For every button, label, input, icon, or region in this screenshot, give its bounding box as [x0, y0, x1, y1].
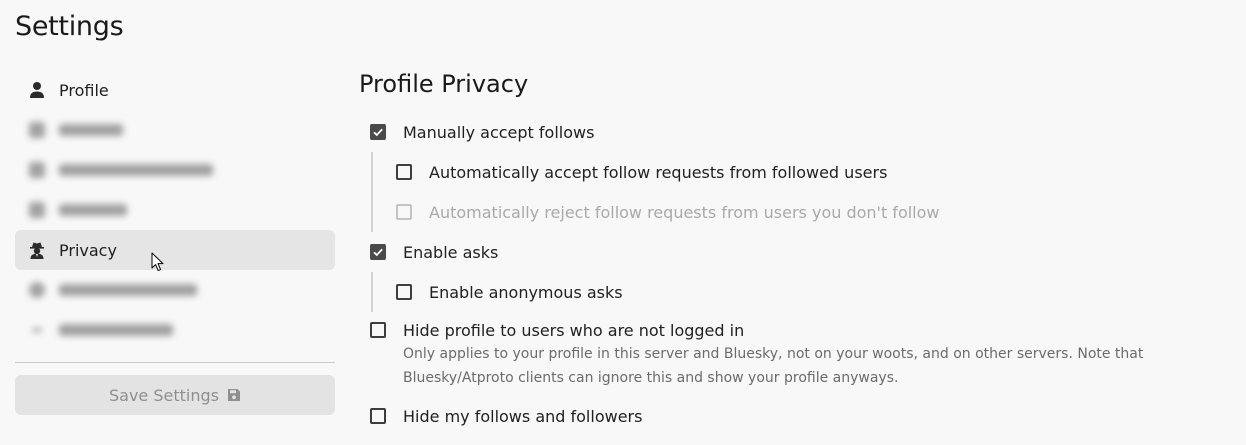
floppy-disk-icon	[227, 388, 241, 402]
auto-accept-checkbox[interactable]	[396, 164, 412, 180]
blurred-label	[59, 324, 173, 336]
description-line: Bluesky/Atproto clients can ignore this …	[403, 370, 899, 386]
sidebar-item-blurred-1[interactable]	[15, 110, 335, 150]
sidebar-item-profile[interactable]: Profile	[15, 70, 335, 110]
blurred-icon	[27, 200, 47, 220]
option-label: Hide my follows and followers	[403, 406, 643, 426]
privacy-panel: Profile Privacy	[359, 68, 1219, 100]
sidebar-item-label: Profile	[59, 80, 109, 100]
manually-accept-follows-checkbox[interactable]	[370, 124, 386, 140]
section-title: Profile Privacy	[359, 70, 529, 98]
option-label: Automatically accept follow requests fro…	[429, 162, 888, 182]
sidebar-item-blurred-5[interactable]	[15, 310, 335, 350]
auto-reject-option: Automatically reject follow requests fro…	[396, 202, 940, 222]
sidebar-divider	[15, 362, 335, 363]
option-label: Automatically reject follow requests fro…	[429, 202, 940, 222]
option-label: Hide profile to users who are not logged…	[403, 320, 745, 340]
checkmark-icon	[373, 128, 383, 137]
hide-follows-option[interactable]: Hide my follows and followers	[370, 406, 642, 426]
blurred-label	[59, 124, 123, 136]
auto-reject-checkbox	[396, 204, 412, 220]
nested-options-line	[371, 272, 373, 312]
sidebar-item-blurred-4[interactable]	[15, 270, 335, 310]
save-settings-button[interactable]: Save Settings	[15, 375, 335, 415]
hide-profile-option[interactable]: Hide profile to users who are not logged…	[370, 320, 744, 340]
hide-profile-description: Only applies to your profile in this ser…	[403, 342, 1143, 390]
sidebar-item-blurred-3[interactable]	[15, 190, 335, 230]
save-button-label: Save Settings	[109, 385, 219, 405]
blurred-icon	[27, 120, 47, 140]
hide-follows-checkbox[interactable]	[370, 408, 386, 424]
anonymous-asks-option[interactable]: Enable anonymous asks	[396, 282, 623, 302]
hide-profile-checkbox[interactable]	[370, 322, 386, 338]
settings-sidebar: Profile Privacy Save Settings	[15, 70, 335, 415]
auto-accept-option[interactable]: Automatically accept follow requests fro…	[396, 162, 887, 182]
mouse-cursor-icon	[151, 252, 165, 276]
blurred-icon	[27, 320, 47, 340]
page-title: Settings	[15, 11, 124, 42]
person-icon	[27, 80, 47, 100]
option-label: Manually accept follows	[403, 122, 595, 142]
sidebar-item-blurred-2[interactable]	[15, 150, 335, 190]
sidebar-item-privacy[interactable]: Privacy	[15, 230, 335, 270]
manually-accept-follows-option[interactable]: Manually accept follows	[370, 122, 594, 142]
blurred-label	[59, 204, 127, 216]
blurred-icon	[27, 160, 47, 180]
nested-options-line	[371, 152, 373, 232]
enable-asks-option[interactable]: Enable asks	[370, 242, 498, 262]
blurred-label	[59, 284, 197, 296]
option-label: Enable asks	[403, 242, 499, 262]
checkmark-icon	[373, 248, 383, 257]
option-label: Enable anonymous asks	[429, 282, 623, 302]
enable-asks-checkbox[interactable]	[370, 244, 386, 260]
anonymous-asks-checkbox[interactable]	[396, 284, 412, 300]
spy-icon	[27, 240, 47, 260]
blurred-label	[59, 164, 213, 176]
sidebar-item-label: Privacy	[59, 240, 117, 260]
description-line: Only applies to your profile in this ser…	[403, 346, 1144, 362]
blurred-icon	[27, 280, 47, 300]
